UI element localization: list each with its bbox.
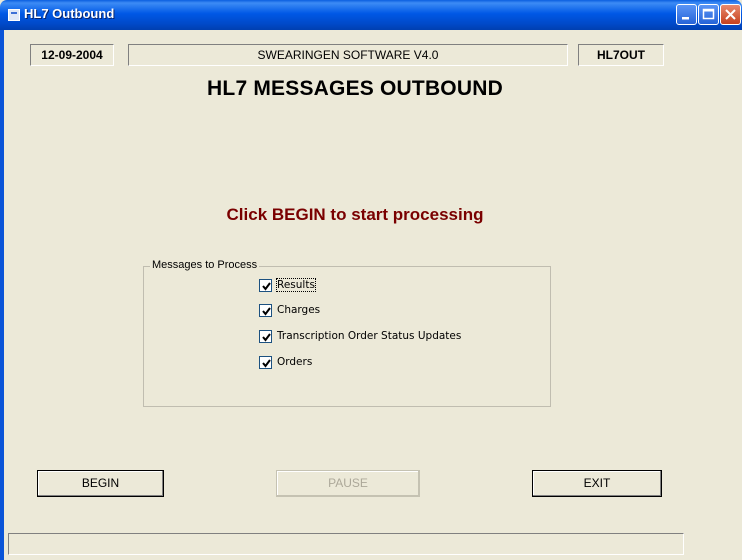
groupbox-legend: Messages to Process <box>150 259 260 271</box>
software-version-value: SWEARINGEN SOFTWARE V4.0 <box>257 48 439 62</box>
checkbox-label: Charges <box>277 304 321 316</box>
window-frame-left <box>0 30 4 560</box>
checkbox-label: Results <box>276 278 316 292</box>
window-title: HL7 Outbound <box>24 6 115 21</box>
maximize-button[interactable] <box>698 4 719 25</box>
close-icon <box>725 9 736 20</box>
maximize-icon <box>702 8 715 20</box>
pause-button[interactable]: PAUSE <box>276 470 420 497</box>
begin-button[interactable]: BEGIN <box>37 470 164 497</box>
status-bar <box>8 533 684 555</box>
date-value: 12-09-2004 <box>41 48 103 62</box>
checkbox-label: Transcription Order Status Updates <box>277 330 462 342</box>
exit-button[interactable]: EXIT <box>532 470 662 497</box>
software-version-field: SWEARINGEN SOFTWARE V4.0 <box>128 44 568 66</box>
page-title: HL7 MESSAGES OUTBOUND <box>207 77 503 100</box>
close-button[interactable] <box>720 4 741 25</box>
app-icon[interactable] <box>8 9 20 21</box>
title-bar[interactable]: HL7 Outbound <box>0 0 742 30</box>
checkbox-icon[interactable] <box>259 330 272 343</box>
date-field: 12-09-2004 <box>30 44 114 66</box>
checkbox-icon[interactable] <box>259 304 272 317</box>
pause-button-label: PAUSE <box>328 476 368 490</box>
checkbox-label: Orders <box>277 356 313 368</box>
begin-button-label: BEGIN <box>81 476 120 490</box>
minimize-button[interactable] <box>676 4 697 25</box>
minimize-icon <box>682 17 689 20</box>
exit-button-label: EXIT <box>583 476 611 490</box>
instruction-text: Click BEGIN to start processing <box>226 205 484 224</box>
checkbox-icon[interactable] <box>259 356 272 369</box>
program-id-value: HL7OUT <box>597 48 645 62</box>
program-id-field: HL7OUT <box>578 44 664 66</box>
checkbox-icon[interactable] <box>259 279 272 292</box>
